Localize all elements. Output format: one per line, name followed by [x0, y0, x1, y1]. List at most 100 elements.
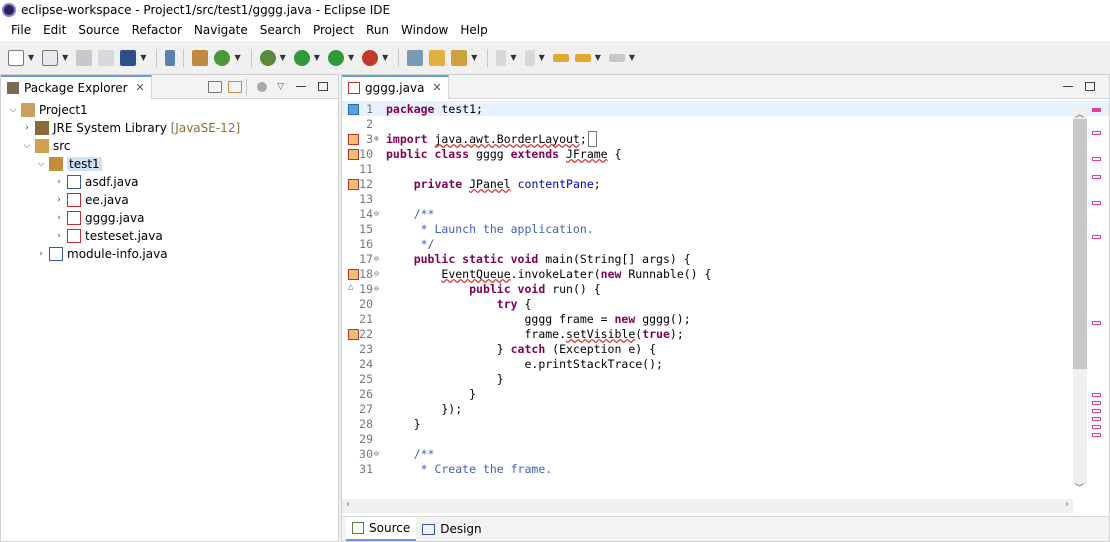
chevron-down-icon[interactable]: ▼	[539, 53, 545, 62]
back-icon[interactable]	[574, 53, 591, 62]
maximize-icon[interactable]	[1085, 82, 1095, 91]
chevron-down-icon[interactable]: ▼	[595, 53, 601, 62]
open-task-icon[interactable]	[429, 49, 446, 66]
scroll-down-icon[interactable]: ﹀	[1075, 481, 1084, 494]
next-annotation-icon[interactable]	[496, 49, 507, 66]
tree-item-file[interactable]: › ee.java	[1, 191, 338, 209]
menu-run[interactable]: Run	[360, 20, 395, 41]
external-tools-icon[interactable]	[362, 49, 379, 66]
tab-design[interactable]: Design	[416, 517, 487, 541]
annotation-marker[interactable]	[1092, 401, 1101, 405]
previous-annotation-icon[interactable]	[524, 49, 535, 66]
chevron-down-icon[interactable]: ▼	[234, 53, 240, 62]
chevron-down-icon[interactable]: ▼	[280, 53, 286, 62]
chevron-right-icon[interactable]: ›	[53, 177, 65, 187]
new-project-icon[interactable]	[42, 49, 59, 66]
filters-icon[interactable]	[257, 81, 268, 92]
chevron-down-icon[interactable]: ▼	[140, 53, 146, 62]
maximize-icon[interactable]	[318, 82, 328, 91]
chevron-right-icon[interactable]: ›	[53, 231, 65, 241]
console-icon[interactable]	[120, 49, 137, 66]
overview-ruler[interactable]	[1089, 105, 1107, 493]
chevron-down-icon[interactable]: ▼	[382, 53, 388, 62]
annotation-marker[interactable]	[1092, 425, 1101, 429]
horizontal-scrollbar[interactable]: ‹ ›	[342, 499, 1073, 513]
code-area[interactable]: 1 package test1; 2 3 ⊕ import java.awt.Bord…	[342, 101, 1109, 489]
menu-edit[interactable]: Edit	[37, 20, 72, 41]
collapse-all-icon[interactable]	[208, 80, 223, 93]
chevron-right-icon[interactable]: ›	[35, 249, 47, 259]
tab-gggg-java[interactable]: gggg.java ✕	[342, 74, 449, 99]
collapse-icon[interactable]: ⊖	[374, 209, 383, 218]
annotation-marker[interactable]	[1092, 417, 1101, 421]
search-icon[interactable]	[451, 49, 468, 66]
collapse-icon[interactable]: ⊖	[374, 449, 383, 458]
menu-project[interactable]: Project	[307, 20, 360, 41]
minimize-icon[interactable]	[296, 86, 306, 87]
menu-refactor[interactable]: Refactor	[126, 20, 188, 41]
coverage-icon[interactable]	[327, 49, 344, 66]
scroll-up-icon[interactable]: ︿	[1075, 107, 1084, 120]
annotation-marker[interactable]	[1092, 157, 1101, 161]
menu-navigate[interactable]: Navigate	[188, 20, 254, 41]
annotation-marker[interactable]	[1092, 201, 1101, 205]
scroll-right-icon[interactable]: ›	[1065, 499, 1069, 510]
tab-source[interactable]: Source	[346, 517, 417, 541]
minimize-icon[interactable]	[1063, 86, 1073, 87]
annotation-marker[interactable]	[1092, 175, 1101, 179]
chevron-down-icon[interactable]: ▼	[314, 53, 320, 62]
save-all-icon[interactable]	[98, 49, 115, 66]
annotation-marker[interactable]	[1092, 409, 1101, 413]
tree-item-file[interactable]: › asdf.java	[1, 173, 338, 191]
chevron-right-icon[interactable]: ›	[21, 123, 33, 133]
new-java-package-icon[interactable]	[192, 49, 209, 66]
annotation-marker[interactable]	[1092, 433, 1101, 437]
tree-item-src[interactable]: ⌵ src	[1, 137, 338, 155]
chevron-down-icon[interactable]: ▼	[629, 53, 635, 62]
annotation-marker[interactable]	[1092, 393, 1101, 397]
chevron-down-icon[interactable]: ▼	[62, 53, 68, 62]
new-class-icon[interactable]	[214, 49, 231, 66]
chevron-down-icon[interactable]: ▼	[471, 53, 477, 62]
run-icon[interactable]	[293, 49, 310, 66]
chevron-down-icon[interactable]: ⌵	[21, 141, 33, 151]
tree-item-module[interactable]: › module-info.java	[1, 245, 338, 263]
tree-item-project[interactable]: ⌵ Project1	[1, 101, 338, 119]
menu-window[interactable]: Window	[395, 20, 454, 41]
expand-icon[interactable]: ⊕	[374, 134, 383, 143]
chevron-right-icon[interactable]: ›	[53, 213, 65, 223]
tree-item-jre[interactable]: › JRE System Library [JavaSE-12]	[1, 119, 338, 137]
open-type-icon[interactable]	[407, 49, 424, 66]
chevron-right-icon[interactable]: ›	[53, 195, 65, 205]
chevron-down-icon[interactable]: ▼	[510, 53, 516, 62]
tree-item-file[interactable]: › testeset.java	[1, 227, 338, 245]
menu-source[interactable]: Source	[72, 20, 125, 41]
debug-icon[interactable]	[259, 49, 276, 66]
tree-item-file[interactable]: › gggg.java	[1, 209, 338, 227]
forward-icon[interactable]	[608, 53, 625, 62]
tab-package-explorer[interactable]: Package Explorer ✕	[1, 74, 152, 99]
menu-search[interactable]: Search	[254, 20, 307, 41]
tree-item-package[interactable]: ⌵ test1	[1, 155, 338, 173]
scrollbar-thumb[interactable]	[1073, 119, 1087, 369]
annotation-marker[interactable]	[1092, 235, 1101, 239]
collapse-icon[interactable]: ⊖	[374, 284, 383, 293]
save-icon[interactable]	[76, 49, 93, 66]
menu-file[interactable]: File	[5, 20, 37, 41]
new-icon[interactable]	[8, 49, 24, 66]
error-summary-marker[interactable]	[1092, 108, 1101, 112]
annotation-marker[interactable]	[1092, 321, 1101, 325]
menu-help[interactable]: Help	[454, 20, 493, 41]
close-icon[interactable]: ✕	[432, 81, 441, 94]
chevron-down-icon[interactable]: ⌵	[7, 105, 19, 115]
annotation-marker[interactable]	[1092, 131, 1101, 135]
chevron-down-icon[interactable]: ⌵	[35, 159, 47, 169]
collapse-icon[interactable]: ⊖	[374, 269, 383, 278]
chevron-down-icon[interactable]: ▼	[28, 53, 34, 62]
scroll-left-icon[interactable]: ‹	[346, 499, 350, 510]
view-menu-icon[interactable]: ▽	[277, 82, 284, 92]
collapse-icon[interactable]: ⊖	[374, 254, 383, 263]
skip-breakpoints-icon[interactable]	[165, 49, 176, 66]
close-icon[interactable]: ✕	[136, 81, 145, 94]
link-with-editor-icon[interactable]	[228, 80, 243, 93]
